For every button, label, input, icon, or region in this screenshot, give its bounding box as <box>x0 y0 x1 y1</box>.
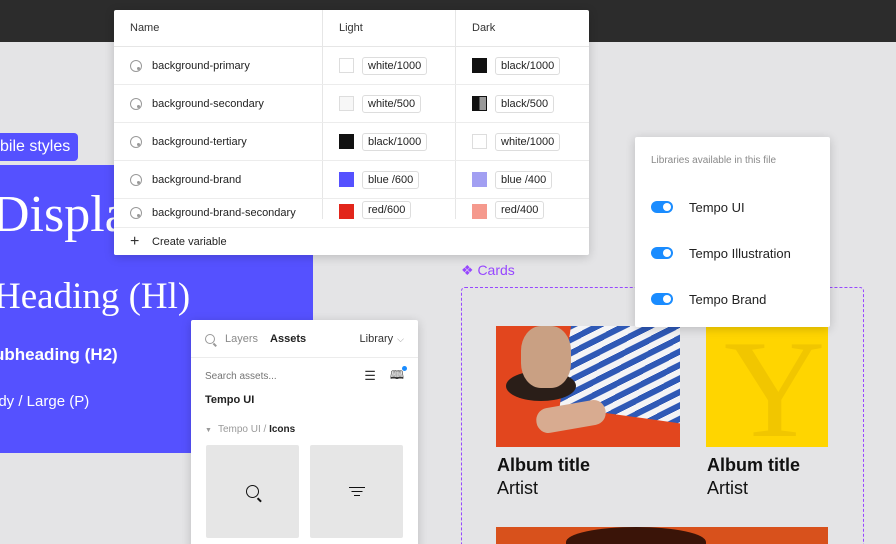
album-cover-2: Y <box>706 326 828 447</box>
library-toggle[interactable] <box>651 247 673 259</box>
assets-panel: Layers Assets Library⌵ ☰ 🕮 Tempo UI ▼ Tem… <box>191 320 418 544</box>
color-variable-icon <box>130 97 142 110</box>
album-artist-2: Artist <box>707 478 749 498</box>
body-text-style: ody / Large (P) <box>0 393 90 410</box>
album-title-1: Album title <box>497 455 590 475</box>
table-header: Name Light Dark <box>114 10 589 47</box>
library-dropdown-label: Library <box>359 332 394 345</box>
caret-down-icon: ▼ <box>205 427 212 434</box>
color-swatch <box>472 134 487 149</box>
color-swatch <box>339 96 354 111</box>
table-row[interactable]: background-brand-secondary red/600 red/4… <box>114 199 589 219</box>
tab-layers[interactable]: Layers <box>225 333 258 345</box>
table-row[interactable]: background-primary white/1000 black/1000 <box>114 47 589 85</box>
variable-value[interactable]: white/500 <box>362 94 422 113</box>
color-swatch <box>339 204 354 219</box>
library-item-tempo-ui[interactable]: Tempo UI <box>651 184 814 230</box>
assets-panel-tabs: Layers Assets Library ⌵ <box>191 320 418 358</box>
variable-value[interactable]: black/1000 <box>495 56 561 75</box>
album-artist-1: Artist <box>497 478 539 498</box>
libraries-panel: Libraries available in this file Tempo U… <box>635 137 830 327</box>
variable-name: background-tertiary <box>152 135 247 148</box>
asset-group-path: Tempo UI / <box>217 424 270 435</box>
asset-group-name: Icons <box>269 424 296 435</box>
subheading-text-style: ubheading (H2) <box>0 345 118 364</box>
column-header-name: Name <box>114 10 323 46</box>
color-swatch <box>339 58 354 73</box>
library-dropdown[interactable]: Library ⌵ <box>360 333 404 345</box>
tab-assets[interactable]: Assets <box>270 333 306 345</box>
color-swatch <box>339 134 354 149</box>
library-name: Tempo Illustration <box>689 245 791 261</box>
table-row[interactable]: background-brand blue /600 blue /400 <box>114 161 589 199</box>
color-variable-icon <box>130 173 142 186</box>
asset-tiles <box>191 445 418 538</box>
variable-name: background-primary <box>152 59 250 72</box>
create-variable-button[interactable]: + Create variable <box>114 227 589 255</box>
library-toggle[interactable] <box>651 201 673 213</box>
color-swatch <box>472 96 487 111</box>
variable-value[interactable]: black/1000 <box>362 132 428 151</box>
heading-text-style: Heading (Hl) <box>0 276 191 317</box>
variable-name: background-brand <box>152 173 242 186</box>
asset-group-icons[interactable]: ▼ Tempo UI / Icons <box>191 424 418 435</box>
color-swatch <box>472 172 487 187</box>
variable-name: background-secondary <box>152 97 264 110</box>
search-icon <box>246 485 259 498</box>
search-icon[interactable] <box>205 333 215 344</box>
library-item-tempo-brand[interactable]: Tempo Brand <box>651 276 814 322</box>
filter-icon <box>348 486 365 497</box>
libraries-panel-title: Libraries available in this file <box>651 155 777 166</box>
variable-value[interactable]: blue /400 <box>495 170 553 189</box>
asset-tile-search[interactable] <box>206 445 299 538</box>
plus-icon: + <box>130 232 140 250</box>
album-cover-3 <box>496 527 828 544</box>
library-toggle[interactable] <box>651 293 673 305</box>
list-view-icon[interactable]: ☰ <box>364 368 376 384</box>
cards-component-label[interactable]: ❖ Cards <box>461 262 515 279</box>
assets-search-row: ☰ 🕮 <box>191 358 418 394</box>
variable-name: background-brand-secondary <box>152 207 296 219</box>
variable-value[interactable]: blue /600 <box>362 170 420 189</box>
table-row[interactable]: background-secondary white/500 black/500 <box>114 85 589 123</box>
asset-section-title: Tempo UI <box>205 394 255 406</box>
variable-value[interactable]: red/400 <box>495 201 545 219</box>
variables-table: Name Light Dark background-primary white… <box>114 10 589 255</box>
create-variable-label: Create variable <box>152 235 227 248</box>
color-swatch <box>472 204 487 219</box>
column-header-light: Light <box>323 10 456 46</box>
color-swatch <box>339 172 354 187</box>
search-assets-input[interactable] <box>205 370 335 382</box>
library-item-tempo-illustration[interactable]: Tempo Illustration <box>651 230 814 276</box>
library-name: Tempo UI <box>689 199 745 215</box>
album-title-2: Album title <box>707 455 800 475</box>
variable-value[interactable]: white/1000 <box>495 132 561 151</box>
chevron-down-icon: ⌵ <box>397 333 404 344</box>
color-swatch <box>472 58 487 73</box>
table-row[interactable]: background-tertiary black/1000 white/100… <box>114 123 589 161</box>
variable-value[interactable]: white/1000 <box>362 56 428 75</box>
variable-value[interactable]: black/500 <box>495 94 555 113</box>
library-name: Tempo Brand <box>689 291 767 307</box>
cover-letter: Y <box>724 326 826 447</box>
library-book-icon[interactable]: 🕮 <box>390 365 408 387</box>
album-cover-1 <box>496 326 680 447</box>
variable-value[interactable]: red/600 <box>362 201 412 219</box>
color-variable-icon <box>130 135 142 148</box>
color-variable-icon <box>130 59 142 72</box>
frame-label-mobile-styles[interactable]: bile styles <box>0 133 79 161</box>
asset-tile-filter[interactable] <box>310 445 403 538</box>
color-variable-icon <box>130 207 142 219</box>
column-header-dark: Dark <box>472 22 496 34</box>
